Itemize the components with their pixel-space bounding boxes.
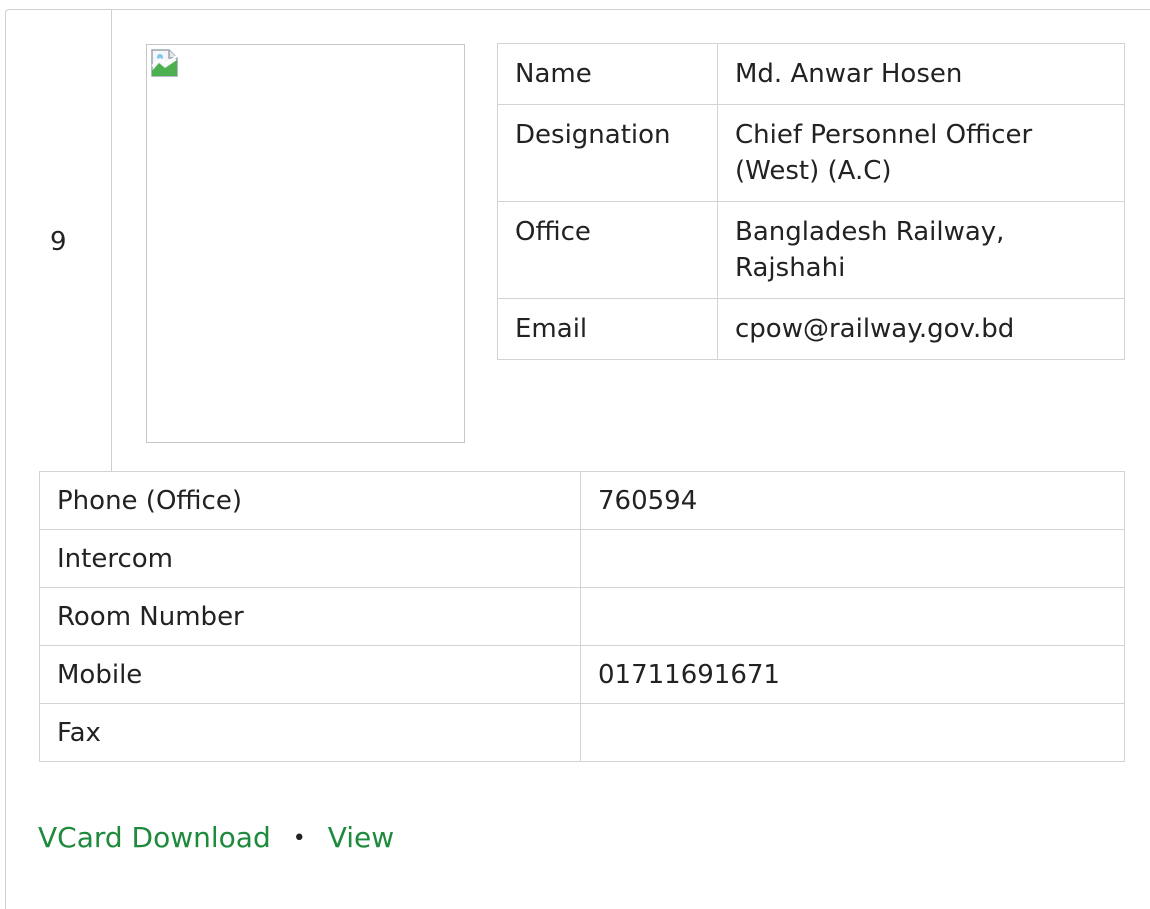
office-value: Bangladesh Railway, Rajshahi <box>717 201 1125 299</box>
view-link[interactable]: View <box>328 821 394 854</box>
designation-value: Chief Personnel Officer (West) (A.C) <box>717 104 1125 202</box>
room-number-value <box>580 587 1125 646</box>
name-label: Name <box>497 43 718 105</box>
column-divider <box>111 9 112 471</box>
record-actions: VCard Download • View <box>38 818 394 859</box>
contact-row-fax: Fax <box>39 703 1125 762</box>
designation-label: Designation <box>497 104 718 202</box>
broken-image-icon <box>151 49 178 77</box>
profile-row-email: Email cpow@railway.gov.bd <box>497 298 1125 360</box>
email-label: Email <box>497 298 718 360</box>
contact-row-intercom: Intercom <box>39 529 1125 588</box>
room-number-label: Room Number <box>39 587 581 646</box>
serial-number: 9 <box>50 227 67 257</box>
profile-table: Name Md. Anwar Hosen Designation Chief P… <box>497 43 1125 360</box>
contact-table: Phone (Office) 760594 Intercom Room Numb… <box>39 471 1125 762</box>
contact-row-phone: Phone (Office) 760594 <box>39 471 1125 530</box>
contact-row-mobile: Mobile 01711691671 <box>39 645 1125 704</box>
intercom-label: Intercom <box>39 529 581 588</box>
profile-row-designation: Designation Chief Personnel Officer (Wes… <box>497 104 1125 202</box>
profile-row-office: Office Bangladesh Railway, Rajshahi <box>497 201 1125 299</box>
vcard-download-link[interactable]: VCard Download <box>38 821 271 854</box>
link-separator: • <box>292 826 306 851</box>
name-value: Md. Anwar Hosen <box>717 43 1125 105</box>
contact-row-room: Room Number <box>39 587 1125 646</box>
mobile-label: Mobile <box>39 645 581 704</box>
mobile-value: 01711691671 <box>580 645 1125 704</box>
phone-office-label: Phone (Office) <box>39 471 581 530</box>
fax-value <box>580 703 1125 762</box>
profile-row-name: Name Md. Anwar Hosen <box>497 43 1125 105</box>
office-label: Office <box>497 201 718 299</box>
email-value: cpow@railway.gov.bd <box>717 298 1125 360</box>
intercom-value <box>580 529 1125 588</box>
phone-office-value: 760594 <box>580 471 1125 530</box>
fax-label: Fax <box>39 703 581 762</box>
profile-photo <box>146 44 465 443</box>
